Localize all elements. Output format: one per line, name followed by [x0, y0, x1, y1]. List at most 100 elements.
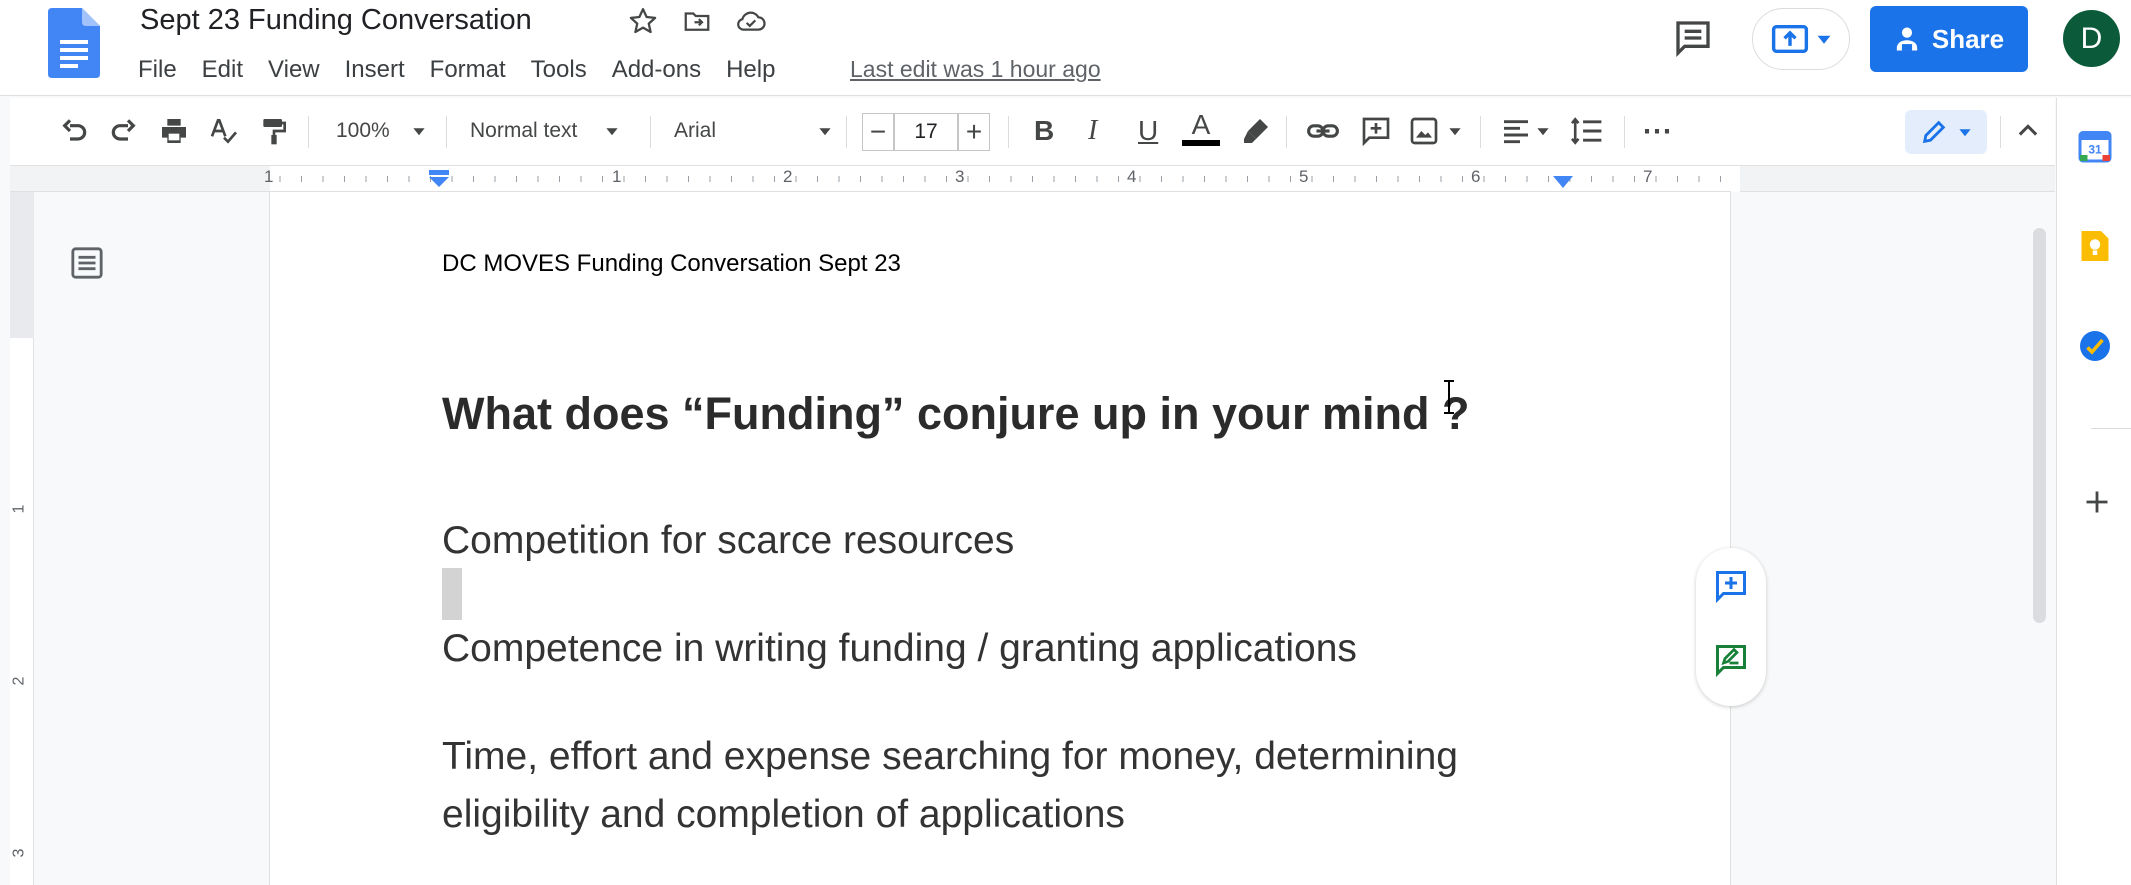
add-comment-icon[interactable] [1713, 568, 1749, 604]
toolbar-divider [1008, 116, 1009, 148]
present-button[interactable] [1752, 8, 1850, 70]
document-page[interactable]: DC MOVES Funding Conversation Sept 23 Wh… [270, 192, 1730, 885]
menu-view[interactable]: View [268, 54, 335, 86]
document-title[interactable]: Sept 23 Funding Conversation [140, 4, 532, 37]
paint-format-icon[interactable] [258, 112, 290, 150]
person-lock-icon [1896, 27, 1918, 51]
last-edit-link[interactable]: Last edit was 1 hour ago [850, 56, 1101, 83]
paragraph[interactable]: eligibility and completion of applicatio… [442, 786, 1125, 844]
toolbar-divider [846, 116, 847, 148]
menu-add-ons[interactable]: Add-ons [612, 54, 716, 86]
link-icon[interactable] [1306, 112, 1340, 150]
toolbar-divider [446, 116, 447, 148]
paragraph[interactable]: Time, effort and expense searching for m… [442, 728, 1458, 786]
plus-icon[interactable] [2083, 488, 2111, 516]
document-heading[interactable]: What does “Funding” conjure up in your m… [442, 388, 1469, 440]
zoom-select[interactable]: 100% [336, 112, 426, 150]
svg-text:31: 31 [2088, 143, 2102, 157]
pencil-icon [1922, 120, 1946, 144]
ruler-label: 3 [955, 167, 965, 186]
keep-icon[interactable] [2077, 228, 2113, 264]
more-options-button[interactable]: ⋯ [1642, 112, 1672, 150]
text-color-letter: A [1191, 109, 1211, 140]
ruler-label: 2 [783, 167, 793, 186]
text-color-button[interactable]: A [1182, 110, 1220, 148]
ruler-label: 3 [10, 848, 28, 858]
italic-button[interactable]: I [1088, 112, 1097, 150]
undo-icon[interactable] [58, 112, 90, 150]
ruler-label: 1 [10, 504, 28, 514]
add-comment-icon[interactable] [1360, 112, 1392, 150]
menu-bar: File Edit View Insert Format Tools Add-o… [138, 54, 800, 86]
menu-tools[interactable]: Tools [531, 54, 602, 86]
toolbar-divider [1624, 116, 1625, 148]
text-color-swatch [1182, 140, 1220, 146]
chevron-down-icon [1537, 128, 1549, 136]
menu-help[interactable]: Help [726, 54, 790, 86]
paragraph[interactable]: Competence in writing funding / granting… [442, 620, 1357, 678]
font-family-select[interactable]: Arial [674, 112, 832, 150]
menu-format[interactable]: Format [430, 54, 521, 86]
vertical-ruler[interactable]: 1 2 3 [10, 192, 34, 885]
present-icon [1771, 25, 1809, 53]
font-size-input[interactable]: 17 [894, 113, 958, 151]
calendar-icon[interactable]: 31 [2077, 128, 2113, 164]
highlight-icon[interactable] [1240, 112, 1272, 150]
horizontal-ruler[interactable]: 1 1 2 3 4 5 6 7 [10, 166, 2055, 192]
account-avatar[interactable]: D [2063, 10, 2120, 67]
vertical-scrollbar[interactable] [2033, 228, 2046, 623]
left-indent-marker[interactable] [428, 170, 450, 190]
title-actions [626, 4, 768, 38]
ruler-ticks [279, 176, 1721, 182]
chevron-down-icon [1959, 129, 1971, 137]
menu-file[interactable]: File [138, 54, 192, 86]
menu-edit[interactable]: Edit [202, 54, 258, 86]
paragraph-style-select[interactable]: Normal text [470, 112, 619, 150]
ruler-label: 7 [1643, 167, 1653, 186]
paragraph[interactable]: Competition for scarce resources [442, 512, 1014, 570]
chevron-down-icon [1817, 35, 1831, 44]
cloud-saved-icon[interactable] [734, 4, 768, 38]
spellcheck-icon[interactable] [208, 112, 240, 150]
toolbar-divider [2000, 116, 2001, 148]
chevron-down-icon [819, 128, 831, 136]
underline-button[interactable]: U [1138, 112, 1158, 150]
document-outline-icon[interactable] [70, 246, 104, 280]
suggest-edits-icon[interactable] [1713, 642, 1749, 678]
insert-image-icon[interactable] [1408, 112, 1462, 150]
right-indent-marker[interactable] [1553, 176, 1573, 190]
menu-insert[interactable]: Insert [345, 54, 420, 86]
move-folder-icon[interactable] [680, 4, 714, 38]
comment-history-icon[interactable] [1673, 18, 1713, 58]
ruler-margin-shade [10, 192, 34, 338]
bold-button[interactable]: B [1034, 112, 1054, 150]
collapse-menu-icon[interactable] [2014, 112, 2042, 150]
share-button[interactable]: Share [1870, 6, 2028, 72]
page-header-text[interactable]: DC MOVES Funding Conversation Sept 23 [442, 250, 901, 278]
side-panel-divider [2091, 428, 2131, 429]
empty-line-selection [442, 568, 462, 620]
decrease-font-size-button[interactable]: − [862, 113, 894, 151]
redo-icon[interactable] [108, 112, 140, 150]
docs-logo-icon[interactable] [48, 8, 100, 78]
increase-font-size-button[interactable]: + [958, 113, 990, 151]
align-left-icon[interactable] [1500, 112, 1550, 150]
ruler-label: 1 [264, 167, 274, 186]
toolbar-divider [650, 116, 651, 148]
ruler-label: 1 [612, 167, 622, 186]
side-panel: 31 [2056, 98, 2131, 885]
print-icon[interactable] [158, 112, 190, 150]
font-family-value: Arial [674, 119, 717, 142]
chevron-down-icon [1449, 128, 1461, 136]
line-spacing-icon[interactable] [1570, 112, 1604, 150]
zoom-value: 100% [336, 119, 390, 142]
tasks-icon[interactable] [2077, 328, 2113, 364]
star-icon[interactable] [626, 4, 660, 38]
share-label: Share [1931, 23, 2005, 54]
editing-mode-button[interactable] [1905, 110, 1987, 154]
app-header: Sept 23 Funding Conversation File Edit V… [0, 0, 2131, 96]
ruler-label: 6 [1471, 167, 1481, 186]
toolbar-divider [1480, 116, 1481, 148]
ruler-label: 4 [1127, 167, 1137, 186]
toolbar-divider [1286, 116, 1287, 148]
